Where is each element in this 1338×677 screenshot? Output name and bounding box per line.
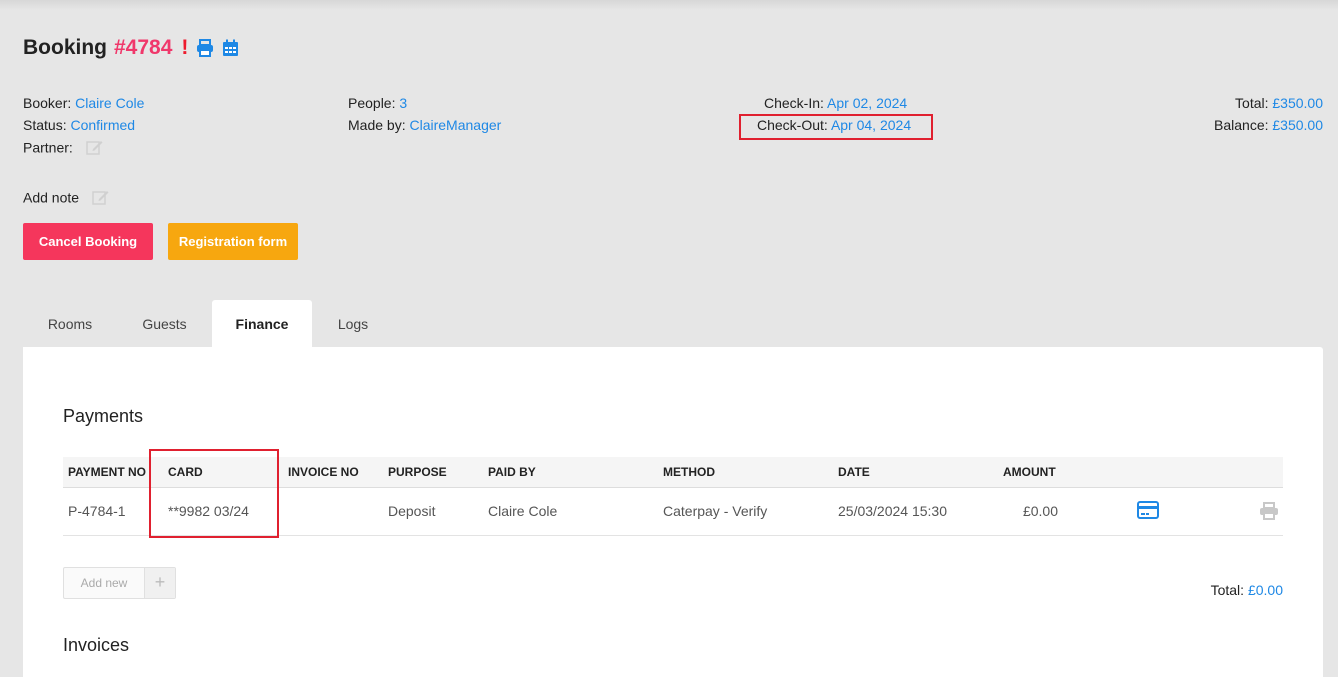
registration-form-button[interactable]: Registration form [168, 223, 298, 260]
amount-cell: £0.00 [1022, 503, 1058, 519]
cancel-booking-button[interactable]: Cancel Booking [23, 223, 153, 260]
booker-label: Booker: [23, 95, 72, 111]
payments-total-value: £0.00 [1247, 582, 1283, 598]
edit-partner-icon[interactable] [85, 139, 103, 159]
plus-icon[interactable]: + [144, 568, 175, 598]
partner-field: Partner: [23, 139, 103, 159]
col-date: DATE [838, 465, 870, 479]
top-shadow [0, 0, 1338, 10]
add-note[interactable]: Add note [23, 189, 109, 209]
page-title: Booking #4784 ! [23, 36, 239, 60]
made-by-field: Made by: ClaireManager [348, 117, 501, 133]
status-label: Status: [23, 117, 67, 133]
people-link[interactable]: 3 [399, 95, 407, 111]
payments-total-label: Total: [1210, 582, 1245, 598]
booking-alert: ! [181, 36, 189, 59]
tab-logs[interactable]: Logs [312, 300, 394, 347]
status-field: Status: Confirmed [23, 117, 135, 133]
payments-heading: Payments [63, 406, 144, 426]
col-invoice-no: INVOICE NO [288, 465, 359, 479]
booker-field: Booker: Claire Cole [23, 95, 144, 111]
add-new-payment-button[interactable]: Add new + [63, 567, 176, 599]
checkin-label: Check-In: [764, 95, 824, 111]
col-purpose: PURPOSE [388, 465, 447, 479]
status-link[interactable]: Confirmed [70, 117, 135, 133]
people-field: People: 3 [348, 95, 407, 111]
total-field: Total: £350.00 [1235, 95, 1323, 111]
balance-value: £350.00 [1272, 117, 1323, 133]
tab-guests[interactable]: Guests [117, 300, 212, 347]
total-value: £350.00 [1272, 95, 1323, 111]
purpose-cell: Deposit [388, 503, 436, 519]
col-method: METHOD [663, 465, 715, 479]
col-payment-no: PAYMENT NO [68, 465, 147, 479]
booking-number: #4784 [114, 36, 173, 59]
made-by-label: Made by: [348, 117, 406, 133]
balance-label: Balance: [1214, 117, 1269, 133]
tab-rooms[interactable]: Rooms [23, 300, 117, 347]
checkin-date[interactable]: Apr 02, 2024 [827, 95, 907, 111]
col-paid-by: PAID BY [488, 465, 536, 479]
total-label: Total: [1235, 95, 1269, 111]
partner-label: Partner: [23, 139, 73, 156]
calendar-icon[interactable] [222, 39, 239, 57]
checkin-field: Check-In: Apr 02, 2024 [764, 95, 907, 111]
people-label: People: [348, 95, 396, 111]
paid-by-cell: Claire Cole [488, 503, 558, 519]
edit-note-icon[interactable] [92, 189, 109, 209]
credit-card-icon[interactable] [1137, 501, 1159, 521]
print-icon[interactable] [196, 39, 214, 57]
add-new-label: Add new [80, 576, 128, 590]
booker-link[interactable]: Claire Cole [75, 95, 144, 111]
card-highlight-box [149, 449, 279, 538]
payments-total: Total: £0.00 [1211, 582, 1283, 598]
made-by-link[interactable]: ClaireManager [409, 117, 501, 133]
checkout-highlight-box [739, 114, 933, 140]
invoices-heading: Invoices [63, 635, 130, 655]
col-amount: AMOUNT [1003, 465, 1056, 479]
add-note-label: Add note [23, 189, 80, 206]
method-cell: Caterpay - Verify [663, 503, 768, 519]
booking-title-label: Booking [23, 36, 107, 59]
date-cell: 25/03/2024 15:30 [838, 503, 947, 519]
tab-finance[interactable]: Finance [212, 300, 312, 347]
balance-field: Balance: £350.00 [1214, 117, 1323, 133]
print-payment-icon[interactable] [1259, 502, 1279, 522]
payment-no-cell: P-4784-1 [68, 503, 126, 519]
